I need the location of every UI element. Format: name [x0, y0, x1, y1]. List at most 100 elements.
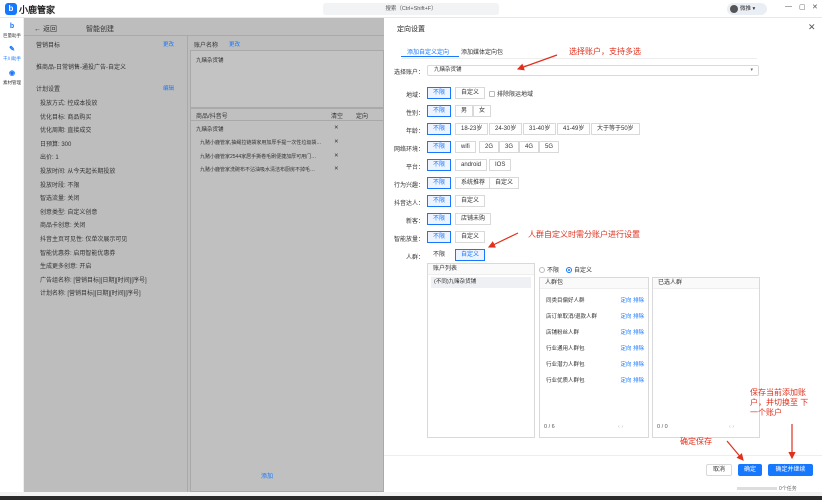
radio-unlimited[interactable]: 不限: [539, 265, 559, 274]
option-button[interactable]: 不限: [427, 231, 452, 243]
plan-setting-line: 生成更多创意: 开启: [40, 264, 92, 271]
option-button[interactable]: 不限: [427, 123, 452, 135]
plan-setting-line: 优化目标: 商品购买: [40, 114, 92, 121]
option-button[interactable]: wifi: [455, 141, 476, 153]
row-label: 行为兴趣：: [393, 183, 424, 189]
radio-custom[interactable]: 自定义: [566, 265, 592, 274]
option-button[interactable]: 不限: [427, 105, 452, 117]
option-button[interactable]: IOS: [489, 159, 512, 171]
window-close-icon[interactable]: ✕: [812, 3, 818, 11]
avatar: [730, 5, 738, 13]
minimize-icon[interactable]: —: [785, 3, 792, 10]
nav-item-label: 巨量助手: [3, 33, 21, 38]
nav-item-material[interactable]: ◉ 素材管理: [0, 69, 24, 86]
option-button[interactable]: 大于等于50岁: [591, 123, 640, 135]
back-link[interactable]: ← 返回: [34, 24, 57, 34]
close-icon[interactable]: ✕: [808, 22, 816, 33]
restore-icon[interactable]: ▢: [799, 3, 806, 11]
product-item: 九赌小鹿管家洗碗布不沾油吸水清洁布厨房不掉毛…: [200, 167, 316, 173]
option-button[interactable]: 不限: [427, 87, 452, 99]
option-button[interactable]: 不限: [427, 177, 452, 189]
option-button[interactable]: 2G: [479, 141, 500, 153]
option-button[interactable]: 店铺未购: [455, 213, 492, 225]
pager[interactable]: ‹ ›: [618, 424, 623, 430]
marketing-goal-edit[interactable]: 更改: [163, 40, 174, 48]
tab-media-package[interactable]: 添加媒体定向包: [461, 47, 503, 56]
account-select[interactable]: 九赌杂货铺 ▾: [427, 65, 759, 76]
plan-settings-label: 计划设置: [36, 87, 61, 93]
option-button[interactable]: 41-49岁: [557, 123, 591, 135]
option-button[interactable]: 系统推荐: [455, 177, 492, 189]
app-logo-icon: b: [5, 3, 17, 15]
crowd-item: 同类目偏好人群: [546, 298, 585, 304]
crowd-target-exclude-link[interactable]: 定向 排除: [620, 296, 644, 304]
row-label: 网络环境：: [393, 147, 424, 153]
option-button[interactable]: 男: [455, 105, 474, 117]
crowd-item: 行业通用人群包: [546, 346, 585, 352]
option-button[interactable]: 自定义: [455, 231, 486, 243]
crowd-target-exclude-link[interactable]: 定向 排除: [620, 376, 644, 384]
task-progress: 0个任务: [779, 486, 797, 492]
add-button[interactable]: 添加: [261, 471, 273, 480]
crowd-target-exclude-link[interactable]: 定向 排除: [620, 312, 644, 320]
row-label: 人群：: [405, 255, 424, 261]
option-button[interactable]: 18-23岁: [455, 123, 489, 135]
account-list-item[interactable]: (不同)九赌杂货铺: [431, 277, 531, 288]
crowd-target-exclude-link[interactable]: 定向 排除: [620, 360, 644, 368]
option-button[interactable]: 24-30岁: [489, 123, 523, 135]
option-button[interactable]: 不限: [427, 195, 452, 207]
crowd-target-exclude-link[interactable]: 定向 排除: [620, 328, 644, 336]
row-label: 新客：: [405, 219, 424, 225]
option-button[interactable]: 女: [473, 105, 492, 117]
col-target: 定向: [356, 114, 369, 120]
juliang-icon: b: [9, 23, 15, 30]
option-button[interactable]: 自定义: [455, 87, 486, 99]
option-button[interactable]: 4G: [519, 141, 540, 153]
tab-custom-targeting[interactable]: 添加自定义定向: [407, 47, 449, 56]
option-button[interactable]: android: [455, 159, 488, 171]
cancel-button[interactable]: 取消: [706, 464, 732, 476]
annotation-crowd-custom: 人群自定义时需分账户进行设置: [528, 230, 640, 239]
plan-settings-edit[interactable]: 编辑: [163, 84, 174, 92]
remove-icon[interactable]: ✕: [334, 166, 339, 172]
col-clear[interactable]: 清空: [331, 111, 343, 120]
user-menu[interactable]: 微推 ▾: [727, 3, 767, 15]
confirm-button[interactable]: 确定: [738, 464, 762, 476]
crowd-target-exclude-link[interactable]: 定向 排除: [620, 344, 644, 352]
plan-setting-line: 优化周期: 直接成交: [40, 128, 92, 135]
pager[interactable]: ‹ ›: [729, 424, 734, 430]
plan-setting-line: 广告组名称: [营销目标][日期][时间][序号]: [40, 277, 147, 284]
option-button[interactable]: 31-40岁: [523, 123, 557, 135]
chevron-down-icon: ▾: [750, 67, 753, 73]
option-button[interactable]: 5G: [539, 141, 560, 153]
option-button[interactable]: 不限: [427, 159, 452, 171]
plan-setting-line: 智选流量: 关闭: [40, 196, 80, 203]
nav-item-juliang[interactable]: b 巨量助手: [0, 22, 24, 39]
option-button[interactable]: 自定义: [455, 195, 486, 207]
plan-setting-line: 智能优惠券: 启用智能优惠券: [40, 250, 116, 257]
marketing-goal-value: 推商品-日常销售-通投广告-自定义: [36, 65, 126, 71]
account-name-edit[interactable]: 更改: [229, 40, 240, 48]
checkbox-label: 排除限运地域: [497, 92, 534, 98]
option-button[interactable]: 不限: [427, 141, 452, 153]
account-name-value: 九赌杂货铺: [196, 58, 224, 64]
crowd-count: 0 / 6: [544, 424, 555, 430]
plan-setting-line: 计划名称: [营销目标][日期][时间][序号]: [40, 291, 141, 298]
plan-setting-line: 出价: 1: [40, 155, 59, 162]
global-search-input[interactable]: 搜索（Ctrl+Shift+F）: [323, 3, 499, 15]
option-button[interactable]: 自定义: [489, 177, 520, 189]
option-button[interactable]: 不限: [427, 249, 452, 261]
option-button[interactable]: 自定义: [455, 249, 486, 261]
option-button[interactable]: 3G: [499, 141, 520, 153]
exclude-region-checkbox[interactable]: 排除限运地域: [489, 89, 533, 98]
confirm-continue-button[interactable]: 确定并继续: [768, 464, 813, 476]
col-product: 商品/抖音号: [196, 114, 228, 120]
crowd-pack-panel: 人群包 同类目偏好人群 定向 排除 店订单取消/退款人群 定向 排除 店铺粉丝人群 定向 …: [539, 277, 649, 438]
nav-item-qianchuan[interactable]: ✎ 千川助手: [0, 45, 24, 62]
account-name-label: 账户名称: [194, 43, 219, 49]
remove-icon[interactable]: ✕: [334, 139, 339, 145]
remove-icon[interactable]: ✕: [334, 125, 339, 131]
radio-label: 不限: [547, 268, 560, 274]
option-button[interactable]: 不限: [427, 213, 452, 225]
remove-icon[interactable]: ✕: [334, 153, 339, 159]
